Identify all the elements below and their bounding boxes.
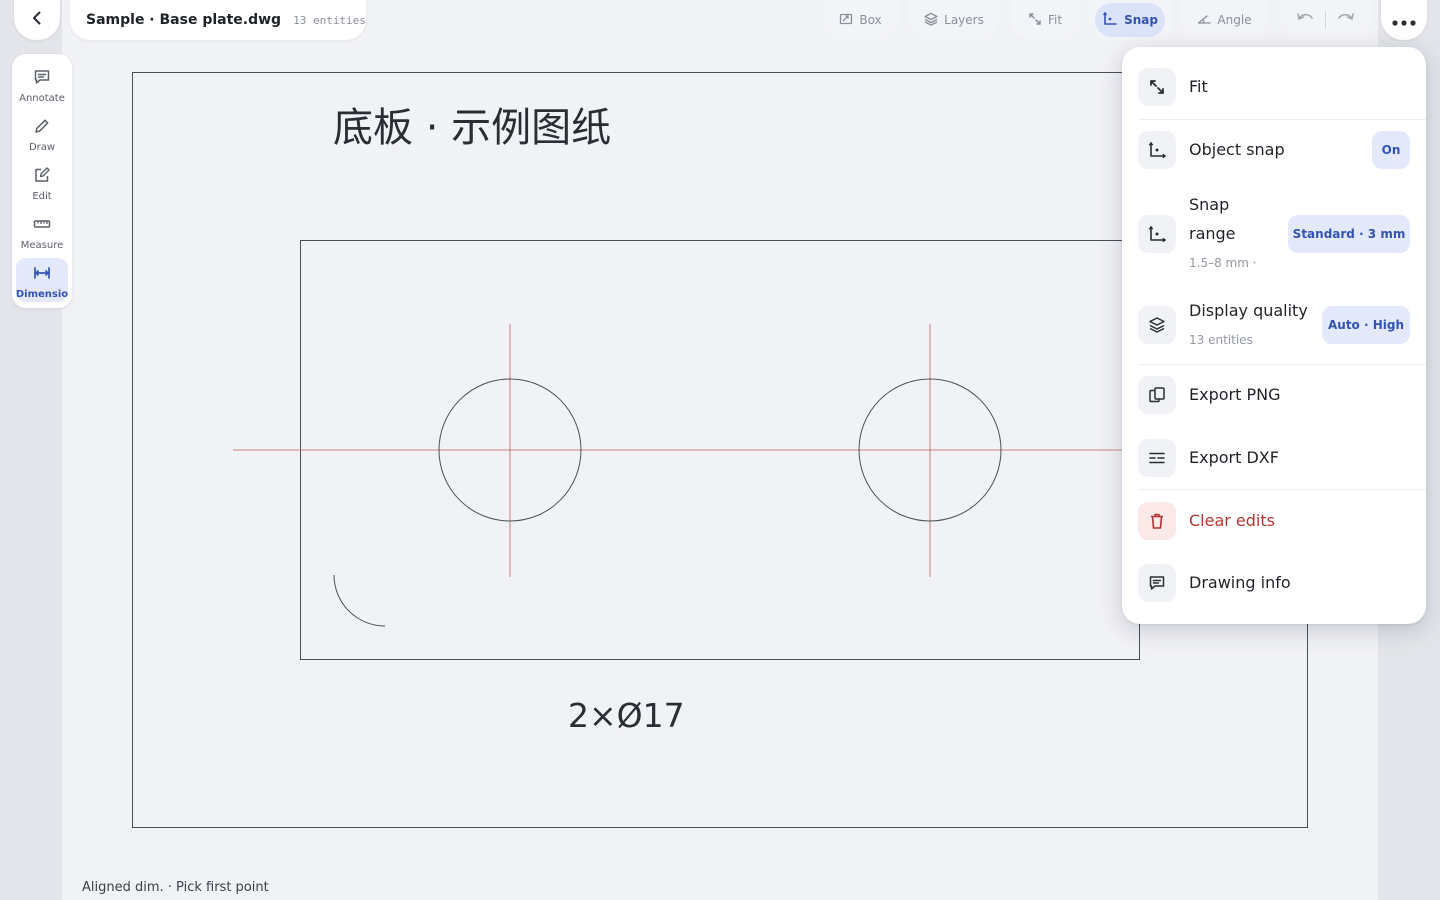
menu-item-label: Export DXF	[1189, 448, 1279, 467]
layers-label: Layers	[944, 13, 984, 27]
display-quality-value[interactable]: Auto · High	[1322, 306, 1410, 344]
menu-item-label: Export PNG	[1189, 385, 1281, 404]
menu-item-label: Snap	[1189, 195, 1230, 214]
menu-item-label: Fit	[1189, 77, 1208, 96]
snap-button[interactable]: Snap	[1095, 3, 1165, 37]
entity-count: 13 entities	[293, 13, 366, 27]
more-horizontal-icon	[1392, 11, 1416, 30]
angle-icon	[1197, 12, 1212, 29]
menu-item-label: Drawing info	[1189, 573, 1291, 592]
menu-item-export-png[interactable]: Export PNG	[1122, 365, 1426, 427]
box-zoom-icon	[839, 12, 853, 29]
chevron-left-icon	[29, 10, 45, 30]
menu-item-fit[interactable]: Fit	[1122, 47, 1426, 119]
angle-label: Angle	[1217, 13, 1252, 27]
tool-dimension[interactable]: Dimensio	[16, 258, 68, 302]
object-snap-toggle[interactable]: On	[1372, 131, 1410, 169]
snap-icon	[1138, 131, 1176, 169]
tool-label: Draw	[28, 142, 56, 153]
box-label: Box	[859, 13, 882, 27]
back-button[interactable]	[14, 0, 60, 40]
menu-item-label: Display quality	[1189, 301, 1308, 320]
fit-button[interactable]: Fit	[1010, 0, 1080, 40]
pencil-icon	[33, 117, 51, 138]
menu-item-drawing-info[interactable]: Drawing info	[1122, 552, 1426, 614]
tool-label: Annotate	[19, 93, 65, 104]
menu-item-clear-edits[interactable]: Clear edits	[1122, 490, 1426, 552]
comment-icon	[1138, 564, 1176, 602]
angle-button[interactable]: Angle	[1181, 0, 1268, 40]
comment-icon	[33, 68, 51, 89]
document-title-bar: Sample · Base plate.dwg 13 entities	[70, 0, 366, 40]
display-quality-hint: 13 entities	[1189, 333, 1253, 347]
fit-label: Fit	[1047, 13, 1063, 27]
tool-edit[interactable]: Edit	[16, 160, 68, 204]
layers-button[interactable]: Layers	[909, 0, 999, 40]
ruler-icon	[33, 215, 51, 236]
edit-icon	[33, 166, 51, 187]
image-export-icon	[1138, 376, 1176, 414]
menu-item-object-snap[interactable]: Object snap On	[1122, 120, 1426, 182]
menu-item-snap-range[interactable]: Snap range 1.5–8 mm · Standard · 3 mm	[1122, 182, 1426, 282]
dimension-label: 2×Ø17	[568, 696, 685, 735]
more-menu-button[interactable]	[1381, 0, 1427, 40]
redo-icon[interactable]	[1336, 10, 1356, 30]
snap-range-value[interactable]: Standard · 3 mm	[1288, 215, 1410, 253]
undo-redo-group	[1280, 0, 1370, 40]
fillet-arc	[333, 574, 386, 627]
menu-item-export-dxf[interactable]: Export DXF	[1122, 427, 1426, 489]
dimension-icon	[33, 264, 51, 285]
menu-item-label: Object snap	[1189, 140, 1285, 159]
menu-item-label: Clear edits	[1189, 511, 1275, 530]
status-text: Aligned dim. · Pick first point	[82, 880, 269, 895]
overflow-menu: Fit Object snap On Snap range 1.5–8 mm ·…	[1122, 47, 1426, 624]
snap-icon	[1102, 11, 1118, 30]
layers-icon	[1138, 306, 1176, 344]
layers-icon	[924, 12, 938, 29]
tool-label: Dimensio	[16, 289, 68, 300]
box-zoom-button[interactable]: Box	[823, 0, 898, 40]
drawing-title: 底板 · 示例图纸	[333, 105, 611, 151]
menu-item-label-line2: range	[1189, 224, 1236, 243]
snap-range-icon	[1138, 215, 1176, 253]
file-lines-icon	[1138, 439, 1176, 477]
tool-draw[interactable]: Draw	[16, 111, 68, 155]
tool-annotate[interactable]: Annotate	[16, 62, 68, 106]
tool-rail: Annotate Draw Edit Measure Dimensio	[12, 54, 72, 308]
fit-icon	[1028, 12, 1042, 29]
tool-measure[interactable]: Measure	[16, 209, 68, 253]
document-title: Sample · Base plate.dwg	[86, 12, 282, 28]
undo-icon[interactable]	[1295, 10, 1315, 30]
menu-item-display-quality[interactable]: Display quality 13 entities Auto · High	[1122, 282, 1426, 364]
snap-label: Snap	[1124, 13, 1158, 27]
fit-icon	[1138, 68, 1176, 106]
snap-range-hint: 1.5–8 mm ·	[1189, 256, 1257, 270]
divider	[1324, 11, 1326, 29]
trash-icon	[1138, 502, 1176, 540]
tool-label: Edit	[32, 191, 52, 202]
tool-label: Measure	[20, 240, 64, 251]
